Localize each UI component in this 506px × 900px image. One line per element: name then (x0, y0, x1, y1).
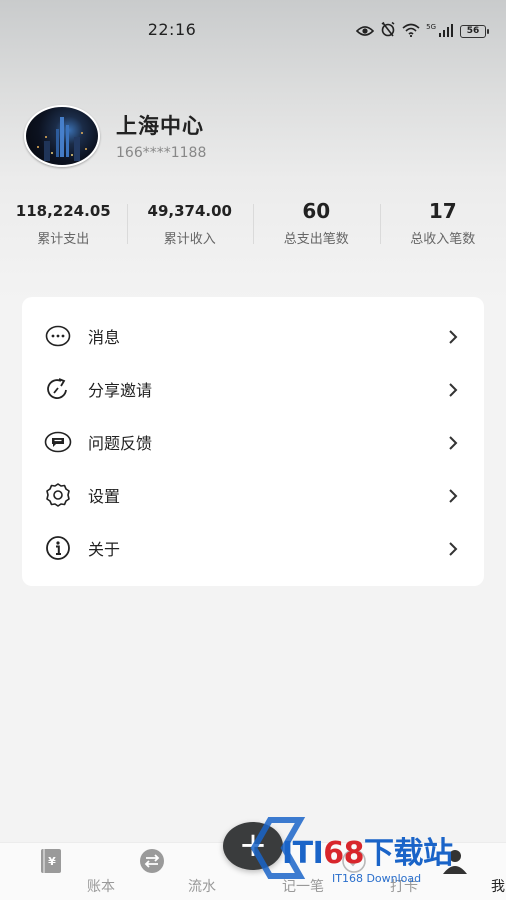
nav-item-flow[interactable]: 流水 (101, 843, 216, 900)
battery-icon: 56 (460, 24, 489, 38)
profile-phone: 166****1188 (116, 145, 207, 161)
profile-name: 上海中心 (116, 114, 204, 138)
chevron-right-icon (446, 435, 460, 450)
gear-icon (44, 481, 72, 509)
stats-row: 118,224.05 累计支出 49,374.00 累计收入 60 总支出笔数 … (0, 198, 506, 252)
ledger-book-icon: ¥ (37, 848, 65, 874)
stat-income-count: 17 总收入笔数 (379, 198, 506, 252)
checkin-icon (340, 848, 368, 874)
stat-total-expense: 118,224.05 累计支出 (0, 198, 127, 252)
menu-item-messages[interactable]: 消息 (22, 309, 484, 362)
signal-icon (438, 22, 454, 41)
stat-value: 49,374.00 (147, 202, 232, 220)
menu-item-label: 设置 (88, 486, 121, 506)
wifi-icon (402, 22, 420, 41)
city-night-image (37, 117, 87, 161)
status-time: 22:16 (147, 20, 197, 39)
menu-item-label: 问题反馈 (88, 433, 153, 453)
menu-item-about[interactable]: 关于 (22, 521, 484, 574)
message-dots-icon (44, 322, 72, 350)
svg-text:¥: ¥ (48, 855, 56, 868)
chevron-right-icon (446, 329, 460, 344)
menu-item-settings[interactable]: 设置 (22, 468, 484, 521)
chevron-right-icon (446, 488, 460, 503)
chevron-right-icon (446, 541, 460, 556)
status-icons: 5G 56 (355, 21, 489, 41)
transfer-arrows-icon (138, 848, 166, 874)
eye-icon (355, 22, 375, 41)
network-type: 5G (426, 23, 436, 31)
stat-label: 累计收入 (163, 232, 216, 247)
info-icon (44, 534, 72, 562)
menu-item-share[interactable]: 分享邀请 (22, 362, 484, 415)
stat-expense-count: 60 总支出笔数 (253, 198, 380, 252)
nav-label: 我的 (491, 879, 506, 895)
nav-item-ledger[interactable]: ¥ 账本 (0, 843, 115, 900)
stat-value: 118,224.05 (15, 202, 111, 220)
stat-label: 总支出笔数 (283, 232, 349, 247)
menu-item-feedback[interactable]: 问题反馈 (22, 415, 484, 468)
nav-item-mine[interactable]: 我的 (404, 843, 506, 900)
add-record-fab[interactable]: + (223, 822, 283, 870)
alarm-off-icon (380, 21, 396, 41)
profile-icon (441, 848, 469, 874)
stat-value: 60 (302, 199, 331, 223)
menu-card: 消息 分享邀请 问题反馈 设置 关于 (22, 297, 484, 586)
menu-item-label: 关于 (88, 539, 121, 559)
menu-item-label: 消息 (88, 327, 121, 347)
share-refresh-icon (44, 375, 72, 403)
chevron-right-icon (446, 382, 460, 397)
avatar[interactable] (24, 105, 100, 167)
status-bar: 22:16 5G 56 (0, 0, 506, 60)
feedback-bubble-icon (44, 428, 72, 456)
nav-item-checkin[interactable]: 打卡 (303, 843, 418, 900)
menu-item-label: 分享邀请 (88, 380, 153, 400)
stat-label: 累计支出 (37, 232, 90, 247)
stat-label: 总收入笔数 (410, 232, 476, 247)
stat-value: 17 (428, 199, 457, 223)
stat-total-income: 49,374.00 累计收入 (126, 198, 254, 252)
